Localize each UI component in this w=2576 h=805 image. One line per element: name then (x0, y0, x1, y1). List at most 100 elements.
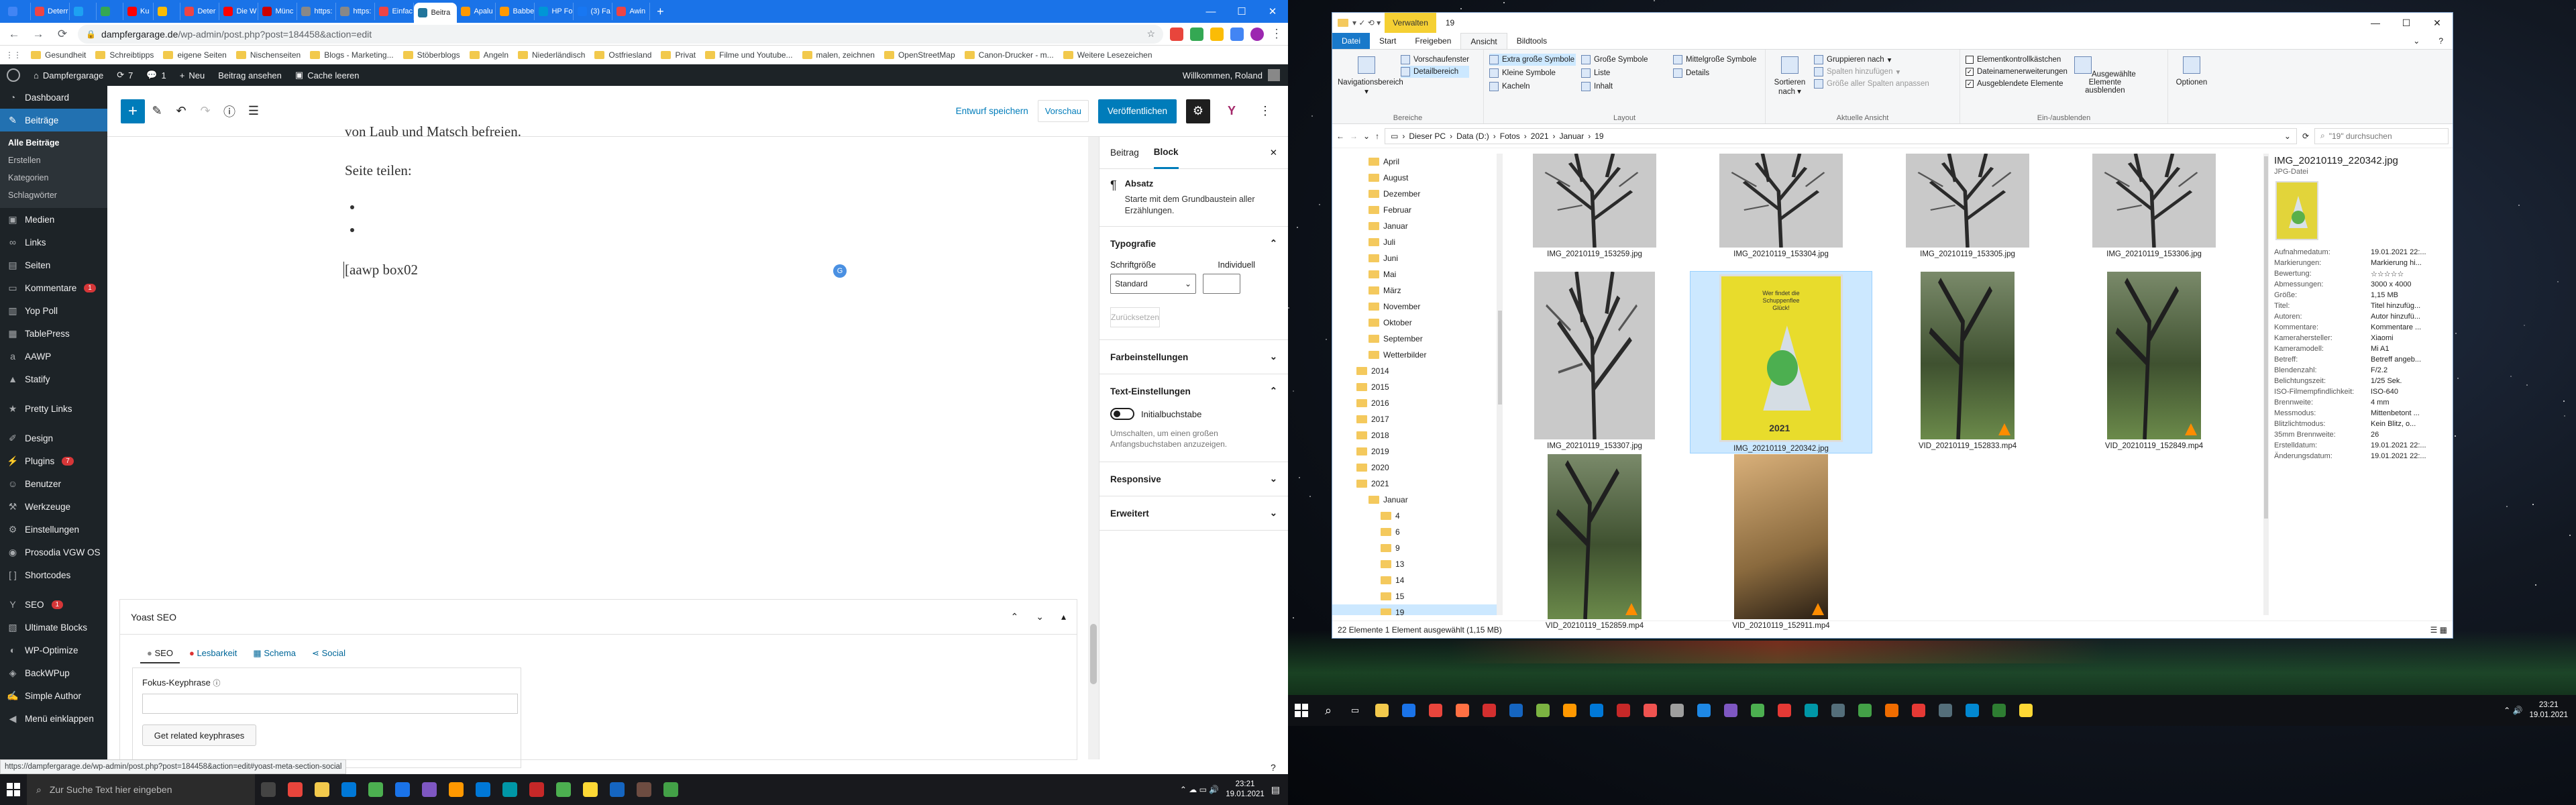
taskbar-app-icon[interactable] (523, 774, 550, 805)
tree-node[interactable]: Juli (1332, 234, 1497, 250)
adminbar-account[interactable]: Willkommen, Roland (1183, 69, 1288, 81)
group-by-button[interactable]: Gruppieren nach ▾ (1814, 54, 1929, 66)
grammarly-icon[interactable]: G (833, 264, 847, 278)
shortcode-paragraph[interactable]: [aawp box02 (343, 262, 418, 278)
wordpress-logo-icon[interactable] (0, 64, 27, 86)
taskbar-app-icon[interactable] (657, 774, 684, 805)
hidden-items-toggle[interactable]: ✓ Ausgeblendete Elemente (1966, 78, 2068, 90)
browser-tab[interactable] (154, 3, 181, 20)
bookmark-folder[interactable]: OpenStreetMap (883, 50, 955, 60)
tree-node[interactable]: Januar (1332, 492, 1497, 508)
wp-menu-item[interactable]: ⚙ Einstellungen (0, 518, 107, 541)
submenu-item[interactable]: Schlagwörter (0, 186, 107, 204)
help-icon[interactable]: ? (2429, 33, 2453, 49)
browser-tab[interactable]: Münc (258, 3, 298, 20)
layout-medium-icons[interactable]: Mittelgroße Symbole (1673, 54, 1760, 66)
reset-button[interactable]: Zurücksetzen (1110, 307, 1160, 327)
editor-scrollbar[interactable] (1088, 137, 1099, 759)
browser-tab[interactable]: Babbe (496, 3, 535, 20)
wp-menu-item[interactable]: ▧ Ultimate Blocks (0, 616, 107, 639)
browser-tab[interactable]: Die W (219, 3, 259, 20)
reload-icon[interactable]: ⟳ (54, 25, 71, 43)
adminbar-site[interactable]: ⌂ Dampfergarage (27, 64, 110, 86)
tree-node[interactable]: 19 (1332, 604, 1497, 615)
refresh-icon[interactable]: ⟳ (2302, 131, 2309, 141)
taskbar-app-icon[interactable] (1798, 695, 1825, 726)
wp-menu-item[interactable]: Y SEO 1 (0, 593, 107, 616)
wp-menu-item[interactable]: ▣ Medien (0, 208, 107, 231)
image-thumbnail[interactable]: IMG_20210119_153307.jpg (1504, 271, 1685, 450)
view-toggle-icons[interactable]: ☰ ▦ (2430, 625, 2453, 635)
bookmark-folder[interactable]: Blogs - Marketing... (310, 50, 394, 60)
close-icon[interactable]: ✕ (1257, 0, 1288, 23)
tree-node[interactable]: 2020 (1332, 460, 1497, 476)
bookmark-folder[interactable]: Gesundheit (31, 50, 86, 60)
minimize-icon[interactable]: — (1195, 0, 1226, 23)
tree-node[interactable]: 4 (1332, 508, 1497, 524)
tree-node[interactable]: 13 (1332, 556, 1497, 572)
taskbar-app-icon[interactable] (1717, 695, 1744, 726)
info-icon[interactable]: ⓘ (217, 99, 241, 123)
detail-value[interactable]: Autor hinzufü... (2371, 313, 2420, 321)
dropcap-toggle[interactable] (1110, 408, 1134, 420)
detail-value[interactable]: Xiaomi (2371, 334, 2394, 342)
grid-scrollbar[interactable] (2263, 154, 2269, 615)
wp-menu-item[interactable]: ◈ BackWPup (0, 661, 107, 684)
tree-node[interactable]: Dezember (1332, 186, 1497, 202)
chevron-down-icon[interactable]: ⌄ (1270, 474, 1277, 484)
video-thumbnail[interactable]: VID_20210119_152911.mp4 (1690, 454, 1872, 630)
browser-tab[interactable]: Deter (180, 3, 220, 20)
extension-icon[interactable] (1230, 27, 1244, 41)
wp-menu-item[interactable]: ☺ Benutzer (0, 472, 107, 495)
wp-menu-item[interactable]: ✎ Beiträge (0, 109, 107, 131)
taskbar-app-icon[interactable] (282, 774, 309, 805)
list-view-icon[interactable]: ☰ (241, 99, 266, 123)
image-thumbnail[interactable]: IMG_20210119_153306.jpg (2063, 153, 2245, 258)
wp-menu-item[interactable]: ▲ Statify (0, 368, 107, 390)
save-draft-button[interactable]: Entwurf speichern (956, 106, 1028, 116)
yoast-tab-schema[interactable]: ▦ Schema (246, 644, 303, 663)
bookmark-folder[interactable]: Privat (661, 50, 696, 60)
taskbar-app-icon[interactable] (1771, 695, 1798, 726)
browser-tab[interactable]: (3) Fa (574, 3, 613, 20)
taskbar-app-icon[interactable] (1610, 695, 1637, 726)
chevron-down-icon[interactable]: ⌄ (1036, 611, 1044, 623)
tray-icons[interactable]: ⌃ ☁ ▭ 🔊 (1180, 785, 1219, 794)
taskbar-app-icon[interactable] (1690, 695, 1717, 726)
detail-value[interactable]: 3000 x 4000 (2371, 280, 2412, 288)
detail-value[interactable]: Mi A1 (2371, 345, 2390, 353)
wp-menu-item[interactable]: ▦ TablePress (0, 322, 107, 345)
tree-node[interactable]: Mai (1332, 266, 1497, 282)
taskbar-app-icon[interactable] (1637, 695, 1664, 726)
browser-tab[interactable]: Deterr (31, 3, 70, 20)
apps-icon[interactable]: ⋮⋮ (5, 50, 21, 60)
extension-icon[interactable] (1210, 27, 1224, 41)
wp-menu-item[interactable]: ▥ Yop Poll (0, 299, 107, 322)
tree-node[interactable]: April (1332, 154, 1497, 170)
related-keyphrases-button[interactable]: Get related keyphrases (142, 724, 256, 746)
detail-value[interactable]: 26 (2371, 431, 2379, 439)
breadcrumb-item[interactable]: 19 (1595, 131, 1603, 141)
tree-node[interactable]: 2016 (1332, 395, 1497, 411)
yoast-toggle-icon[interactable]: Y (1220, 99, 1244, 123)
submenu-item[interactable]: Alle Beiträge (0, 134, 107, 152)
paragraph-text[interactable]: Seite teilen: (345, 162, 412, 179)
close-icon[interactable]: ✕ (2422, 13, 2453, 33)
taskbar-app-icon[interactable] (1664, 695, 1690, 726)
image-thumbnail[interactable]: Wer findet die Schuppenflee Glück! 2021 IMG_… (1690, 271, 1872, 453)
task-view-icon[interactable]: ▭ (1342, 695, 1368, 726)
browser-tab[interactable]: https: (336, 3, 376, 20)
profile-avatar[interactable] (1250, 27, 1264, 41)
taskbar-app-icon[interactable] (255, 774, 282, 805)
taskbar-app-icon[interactable] (1395, 695, 1422, 726)
wp-menu-item[interactable]: ◔ Dashboard (0, 86, 107, 109)
edit-tool-icon[interactable]: ✎ (145, 99, 169, 123)
browser-tab[interactable]: https: (297, 3, 337, 20)
chevron-up-icon[interactable]: ⌃ (1270, 238, 1277, 249)
extension-icon[interactable] (1190, 27, 1203, 41)
browser-tab[interactable]: Beitra (414, 3, 458, 23)
ribbon-tab-start[interactable]: Start (1370, 33, 1405, 49)
layout-small-icons[interactable]: Kleine Symbole (1489, 67, 1576, 79)
layout-tiles[interactable]: Kacheln (1489, 80, 1576, 93)
taskbar-app-icon[interactable] (604, 774, 631, 805)
